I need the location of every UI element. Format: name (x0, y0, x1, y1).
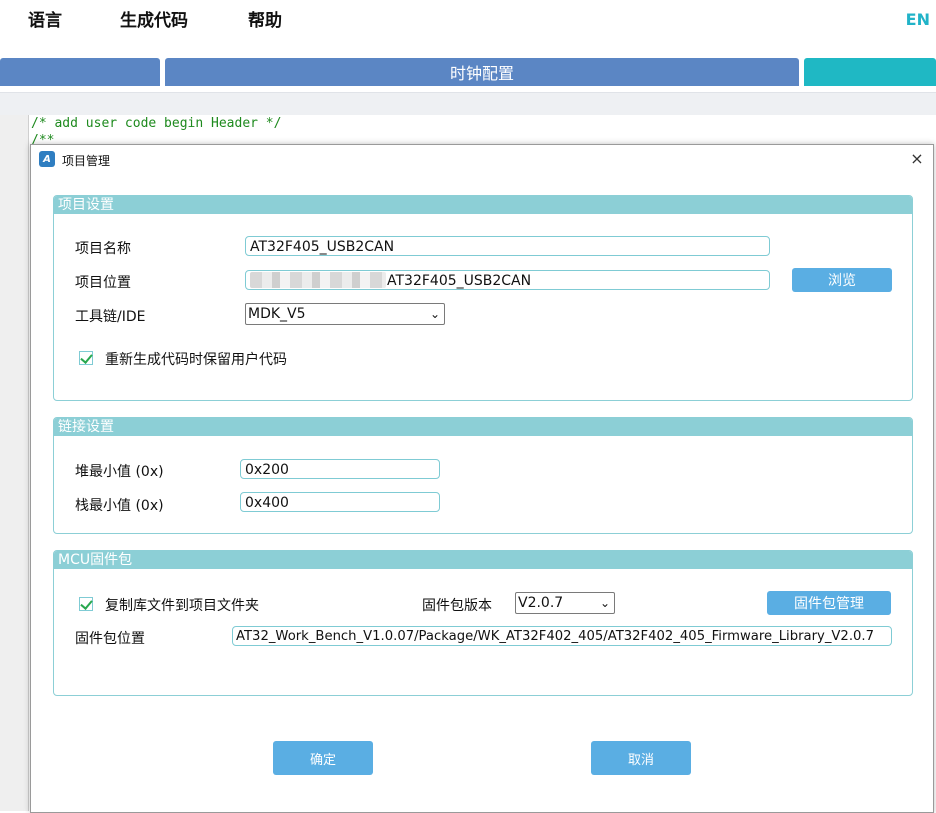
cancel-button[interactable]: 取消 (591, 741, 691, 775)
toolchain-label: 工具链/IDE (75, 309, 146, 325)
group-header: 链接设置 (54, 418, 912, 436)
dialog-title: 项目管理 (62, 154, 111, 168)
stack-label: 栈最小值 (0x) (75, 498, 164, 514)
copy-library-checkbox[interactable] (79, 597, 93, 611)
firmware-version-label: 固件包版本 (422, 598, 492, 614)
tab-right[interactable] (804, 58, 936, 86)
project-settings-group: 项目设置 项目名称 AT32F405_USB2CAN 项目位置 AT32F405… (53, 195, 913, 401)
firmware-group: MCU固件包 复制库文件到项目文件夹 固件包版本 V2.0.7 ⌄ 固件包管理 … (53, 550, 913, 696)
chevron-down-icon: ⌄ (429, 307, 440, 321)
app-logo-icon: A (39, 151, 55, 167)
project-name-input[interactable]: AT32F405_USB2CAN (245, 236, 770, 256)
toolchain-select[interactable]: MDK_V5 ⌄ (245, 303, 445, 325)
toolchain-value: MDK_V5 (248, 306, 306, 322)
menu-language[interactable]: 语言 (28, 6, 62, 31)
heap-label: 堆最小值 (0x) (75, 464, 164, 480)
menu-bar: 语言 生成代码 帮助 EN (0, 0, 936, 56)
browse-button[interactable]: 浏览 (792, 268, 892, 292)
toolbar-strip (0, 92, 936, 116)
dialog-titlebar: A 项目管理 × (31, 145, 933, 173)
chevron-down-icon: ⌄ (599, 596, 610, 610)
close-button[interactable]: × (907, 148, 927, 168)
project-location-label: 项目位置 (75, 275, 131, 291)
menu-help[interactable]: 帮助 (248, 6, 282, 31)
keep-user-code-label: 重新生成代码时保留用户代码 (105, 352, 287, 368)
tab-left[interactable] (0, 58, 160, 86)
heap-input[interactable]: 0x200 (240, 459, 440, 479)
keep-user-code-checkbox[interactable] (79, 351, 93, 365)
language-toggle[interactable]: EN (906, 10, 930, 29)
firmware-manage-button[interactable]: 固件包管理 (767, 591, 891, 615)
stack-input[interactable]: 0x400 (240, 492, 440, 512)
firmware-location-label: 固件包位置 (75, 631, 145, 647)
project-name-label: 项目名称 (75, 241, 131, 257)
editor-gutter (0, 115, 29, 811)
redacted-path (250, 272, 386, 288)
firmware-location-input[interactable]: AT32_Work_Bench_V1.0.07/Package/WK_AT32F… (232, 626, 892, 646)
menu-generate-code[interactable]: 生成代码 (120, 6, 188, 31)
group-header: 项目设置 (54, 196, 912, 214)
copy-library-label: 复制库文件到项目文件夹 (105, 598, 259, 614)
link-settings-group: 链接设置 堆最小值 (0x) 0x200 栈最小值 (0x) 0x400 (53, 417, 913, 534)
check-icon (80, 597, 93, 610)
firmware-version-select[interactable]: V2.0.7 ⌄ (515, 592, 615, 614)
code-line: /* add user code begin Header */ (31, 116, 282, 131)
firmware-version-value: V2.0.7 (518, 595, 564, 611)
project-manager-dialog: A 项目管理 × 项目设置 项目名称 AT32F405_USB2CAN 项目位置… (30, 144, 934, 813)
tab-clock-config[interactable]: 时钟配置 (165, 58, 799, 86)
check-icon (80, 351, 93, 364)
group-header: MCU固件包 (54, 551, 912, 569)
ok-button[interactable]: 确定 (273, 741, 373, 775)
